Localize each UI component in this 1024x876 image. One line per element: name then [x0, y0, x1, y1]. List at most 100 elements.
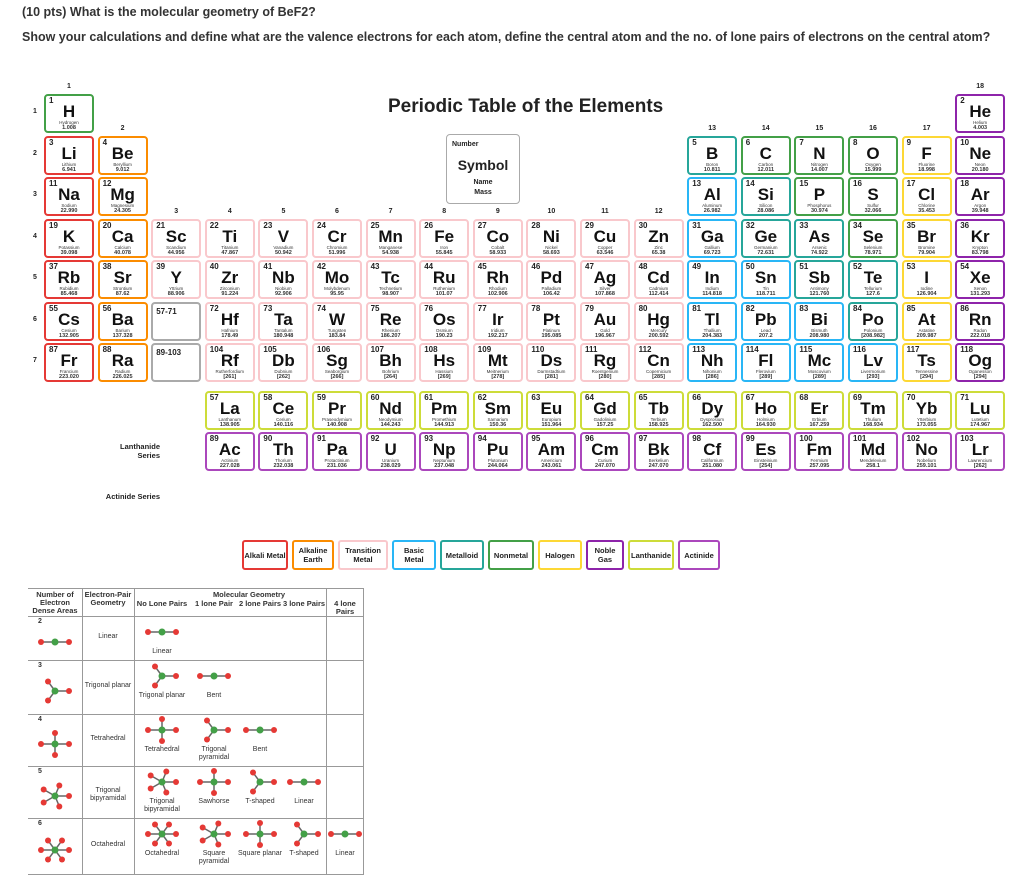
element-cell-ds[interactable]: 110 Ds Darmstadtium [281] — [526, 343, 577, 382]
element-cell-sc[interactable]: 21 Sc Scandium 44.956 — [151, 218, 202, 258]
element-cell-fl[interactable]: 114 Fl Flerovium [289] — [740, 343, 791, 382]
element-cell-y[interactable]: 39 Y Yttrium 88.906 — [151, 260, 202, 299]
element-cell-cn[interactable]: 112 Cn Copernicium [285] — [633, 343, 684, 382]
element-cell-ti[interactable]: 22 Ti Titanium 47.867 — [204, 218, 255, 258]
element-cell-dy[interactable]: 66 Dy Dysprosium 162.500 — [687, 390, 738, 430]
element-cell-bk[interactable]: 97 Bk Berkelium 247.070 — [633, 432, 684, 471]
element-cell-pb[interactable]: 82 Pb Lead 207.2 — [740, 301, 791, 341]
element-cell-sm[interactable]: 62 Sm Samarium 150.36 — [472, 390, 523, 430]
element-cell-rn[interactable]: 86 Rn Radon 222.018 — [955, 301, 1006, 341]
element-cell-i[interactable]: 53 I Iodine 126.904 — [901, 260, 952, 299]
element-cell-th[interactable]: 90 Th Thorium 232.038 — [258, 432, 309, 471]
element-cell-p[interactable]: 15 P Phosphorus 30.974 — [794, 177, 845, 216]
element-cell-og[interactable]: 118 Og Oganesson [294] — [955, 343, 1006, 382]
element-cell-u[interactable]: 92 U Uranium 238.029 — [365, 432, 416, 471]
element-cell-ga[interactable]: 31 Ga Gallium 69.723 — [687, 218, 738, 258]
element-cell-sr[interactable]: 38 Sr Strontium 87.62 — [97, 260, 148, 299]
element-cell-md[interactable]: 101 Md Mendelevium 258.1 — [848, 432, 898, 471]
element-cell-fr[interactable]: 87 Fr Francium 223.020 — [44, 343, 94, 382]
element-cell-v[interactable]: 23 V Vanadium 50.942 — [258, 218, 309, 258]
element-cell-cf[interactable]: 98 Cf Californium 251.080 — [687, 432, 738, 471]
element-cell-rf[interactable]: 104 Rf Rutherfordium [261] — [204, 343, 255, 382]
element-cell-sn[interactable]: 50 Sn Tin 118.711 — [740, 260, 791, 299]
element-cell-la[interactable]: 57 La Lanthanum 138.905 — [204, 390, 255, 430]
element-cell-bh[interactable]: 107 Bh Bohrium [264] — [365, 343, 416, 382]
element-cell-xe[interactable]: 54 Xe Xenon 131.293 — [955, 260, 1006, 299]
element-cell-sg[interactable]: 106 Sg Seaborgium [266] — [312, 343, 362, 382]
element-cell-ts[interactable]: 117 Ts Tennessine [294] — [901, 343, 952, 382]
element-cell-mg[interactable]: 12 Mg Magnesium 24.305 — [97, 177, 148, 216]
element-cell-cl[interactable]: 17 Cl Chlorine 35.453 — [901, 177, 952, 216]
element-cell-fm[interactable]: 100 Fm Fermium 257.095 — [794, 432, 845, 471]
element-cell-rg[interactable]: 111 Rg Roentgenium [280] — [580, 343, 630, 382]
element-cell-yb[interactable]: 70 Yb Ytterbium 173.055 — [901, 390, 952, 430]
element-cell-es[interactable]: 99 Es Einsteinium [254] — [740, 432, 791, 471]
element-cell-no[interactable]: 102 No Nobelium 259.101 — [901, 432, 952, 471]
element-cell-ir[interactable]: 77 Ir Iridium 192.217 — [472, 301, 523, 341]
element-cell-ra[interactable]: 88 Ra Radium 226.025 — [97, 343, 148, 382]
element-cell-hf[interactable]: 72 Hf Hafnium 178.49 — [204, 301, 255, 341]
element-cell-at[interactable]: 85 At Astatine 209.987 — [901, 301, 952, 341]
element-cell-nh[interactable]: 113 Nh Nihonium [286] — [687, 343, 738, 382]
element-cell-c[interactable]: 6 C Carbon 12.011 — [740, 135, 791, 175]
element-cell-ar[interactable]: 18 Ar Argon 39.948 — [955, 177, 1006, 216]
element-cell-ni[interactable]: 28 Ni Nickel 58.693 — [526, 218, 577, 258]
element-cell-ru[interactable]: 44 Ru Ruthenium 101.07 — [419, 260, 470, 299]
element-cell-au[interactable]: 79 Au Gold 196.967 — [580, 301, 630, 341]
element-cell-si[interactable]: 14 Si Silicon 28.086 — [740, 177, 791, 216]
element-cell-zn[interactable]: 30 Zn Zinc 65.38 — [633, 218, 684, 258]
element-cell-cr[interactable]: 24 Cr Chromium 51.996 — [312, 218, 362, 258]
element-cell-ag[interactable]: 47 Ag Silver 107.868 — [580, 260, 630, 299]
element-cell-ce[interactable]: 58 Ce Cerium 140.116 — [258, 390, 309, 430]
element-cell-kr[interactable]: 36 Kr Krypton 83.798 — [955, 218, 1006, 258]
element-cell-mc[interactable]: 115 Mc Moscovium [289] — [794, 343, 845, 382]
element-cell-fe[interactable]: 26 Fe Iron 55.845 — [419, 218, 470, 258]
element-cell-zr[interactable]: 40 Zr Zirconium 91.224 — [204, 260, 255, 299]
element-cell-ta[interactable]: 73 Ta Tantalum 180.948 — [258, 301, 309, 341]
element-cell-mo[interactable]: 42 Mo Molybdenum 95.95 — [312, 260, 362, 299]
element-cell-b[interactable]: 5 B Boron 10.811 — [687, 135, 738, 175]
element-cell-rh[interactable]: 45 Rh Rhodium 102.906 — [472, 260, 523, 299]
element-cell-br[interactable]: 35 Br Bromine 79.904 — [901, 218, 952, 258]
element-cell-ca[interactable]: 20 Ca Calcium 40.078 — [97, 218, 148, 258]
element-cell-se[interactable]: 34 Se Selenium 78.971 — [848, 218, 898, 258]
element-cell-h[interactable]: 1 H Hydrogen 1.008 — [44, 94, 94, 133]
element-cell-cd[interactable]: 48 Cd Cadmium 112.414 — [633, 260, 684, 299]
element-cell-mn[interactable]: 25 Mn Manganese 54.938 — [365, 218, 416, 258]
element-cell-lu[interactable]: 71 Lu Lutetium 174.967 — [955, 390, 1006, 430]
element-cell-he[interactable]: 2 He Helium 4.003 — [955, 94, 1006, 133]
element-cell-np[interactable]: 93 Np Neptunium 237.048 — [419, 432, 470, 471]
element-cell-o[interactable]: 8 O Oxygen 15.999 — [848, 135, 898, 175]
element-cell-pu[interactable]: 94 Pu Plutonium 244.064 — [472, 432, 523, 471]
element-cell-pd[interactable]: 46 Pd Palladium 106.42 — [526, 260, 577, 299]
element-cell-pr[interactable]: 59 Pr Praseodymium 140.908 — [312, 390, 362, 430]
element-cell-eu[interactable]: 63 Eu Europium 151.964 — [526, 390, 577, 430]
element-cell-al[interactable]: 13 Al Aluminum 26.982 — [687, 177, 738, 216]
element-cell-sb[interactable]: 51 Sb Antimony 121.760 — [794, 260, 845, 299]
element-cell-na[interactable]: 11 Na Sodium 22.990 — [44, 177, 94, 216]
element-cell-tm[interactable]: 69 Tm Thulium 168.934 — [848, 390, 898, 430]
element-cell-te[interactable]: 52 Te Tellurium 127.6 — [848, 260, 898, 299]
element-cell-re[interactable]: 75 Re Rhenium 186.207 — [365, 301, 416, 341]
element-cell-hg[interactable]: 80 Hg Mercury 200.592 — [633, 301, 684, 341]
element-cell-lv[interactable]: 116 Lv Livermorium [293] — [848, 343, 898, 382]
element-cell-db[interactable]: 105 Db Dubnium [262] — [258, 343, 309, 382]
element-cell-tb[interactable]: 65 Tb Terbium 158.925 — [633, 390, 684, 430]
element-cell-tc[interactable]: 43 Tc Technetium 98.907 — [365, 260, 416, 299]
element-cell-n[interactable]: 7 N Nitrogen 14.007 — [794, 135, 845, 175]
element-cell-tl[interactable]: 81 Tl Thallium 204.383 — [687, 301, 738, 341]
element-cell-f[interactable]: 9 F Fluorine 18.998 — [901, 135, 952, 175]
element-cell-co[interactable]: 27 Co Cobalt 58.933 — [472, 218, 523, 258]
element-cell-gd[interactable]: 64 Gd Gadolinium 157.25 — [580, 390, 630, 430]
element-cell-ge[interactable]: 32 Ge Germanium 72.631 — [740, 218, 791, 258]
element-cell-ne[interactable]: 10 Ne Neon 20.180 — [955, 135, 1006, 175]
element-cell-nb[interactable]: 41 Nb Niobium 92.906 — [258, 260, 309, 299]
element-cell-w[interactable]: 74 W Tungsten 183.84 — [312, 301, 362, 341]
element-cell-ho[interactable]: 67 Ho Holmium 164.930 — [740, 390, 791, 430]
element-cell-pm[interactable]: 61 Pm Promethium 144.913 — [419, 390, 470, 430]
element-cell-nd[interactable]: 60 Nd Neodymium 144.243 — [365, 390, 416, 430]
element-cell-ba[interactable]: 56 Ba Barium 137.328 — [97, 301, 148, 341]
element-cell-cu[interactable]: 29 Cu Copper 63.546 — [580, 218, 630, 258]
element-cell-li[interactable]: 3 Li Lithium 6.941 — [44, 135, 94, 175]
element-cell-in[interactable]: 49 In Indium 114.818 — [687, 260, 738, 299]
